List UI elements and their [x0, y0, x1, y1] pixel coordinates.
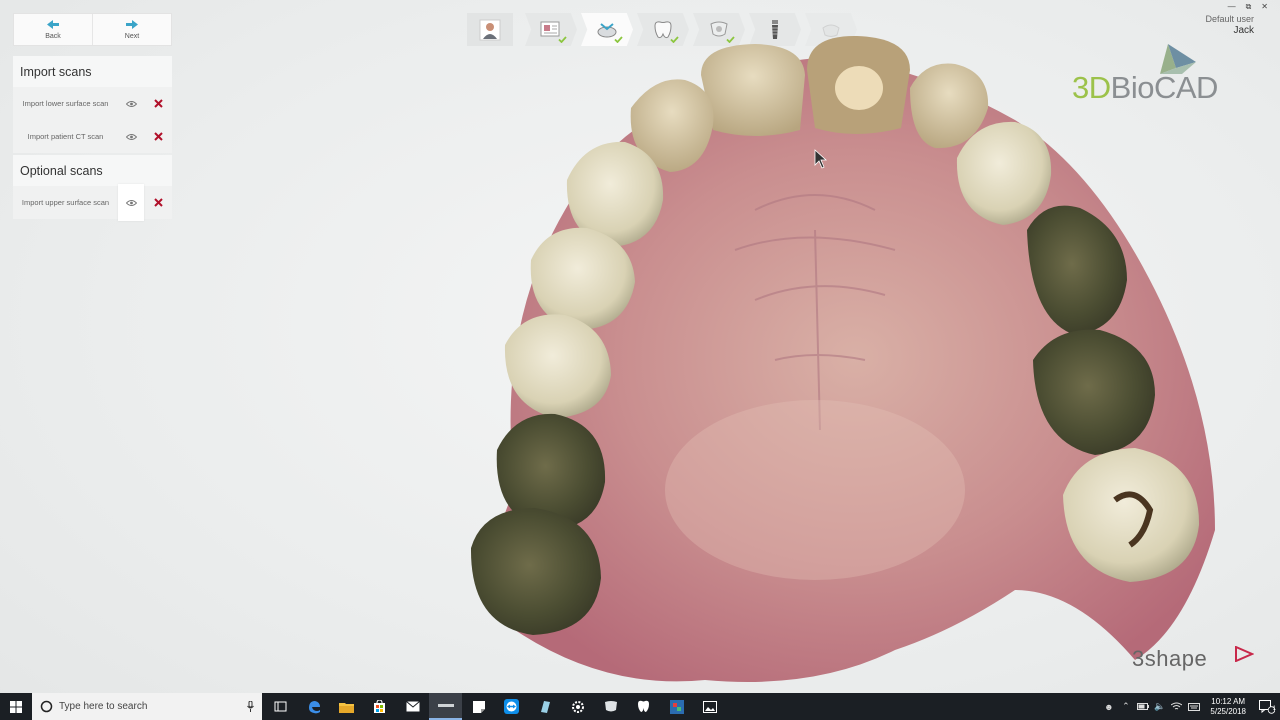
optional-scans-title: Optional scans — [13, 155, 172, 186]
teamviewer-icon — [504, 699, 519, 714]
optional-scans-panel: Optional scans Import upper surface scan — [13, 155, 172, 221]
people-icon[interactable]: ☻ — [1100, 702, 1117, 712]
arrow-right-icon — [126, 19, 138, 29]
taskbar-app-scan[interactable] — [528, 693, 561, 720]
sticky-notes-icon — [472, 700, 485, 713]
import-ct-scan-label[interactable]: Import patient CT scan — [13, 132, 118, 142]
taskbar-apps — [264, 693, 726, 720]
notification-count: 1 — [1272, 706, 1276, 712]
taskbar-app-sticky[interactable] — [462, 693, 495, 720]
clock-date: 5/25/2018 — [1210, 706, 1246, 716]
import-scans-panel: Import scans Import lower surface scan I… — [13, 56, 172, 153]
visibility-toggle[interactable] — [118, 120, 144, 153]
scan-app-icon — [540, 700, 550, 713]
taskbar-app-store[interactable] — [363, 693, 396, 720]
battery-icon[interactable] — [1134, 703, 1151, 710]
gear-icon — [571, 700, 584, 713]
mail-icon — [405, 701, 420, 712]
vendor-mark-icon — [1235, 646, 1254, 662]
vendor-logo: 3shape — [1132, 646, 1208, 671]
visibility-toggle[interactable] — [118, 87, 144, 120]
next-label: Next — [124, 32, 140, 40]
import-ct-scan-row: Import patient CT scan — [13, 120, 172, 153]
jaw-scan-viewport[interactable] — [455, 30, 1225, 695]
taskbar-app-3dbiocad[interactable] — [429, 693, 462, 720]
taskbar-app-photos[interactable] — [693, 693, 726, 720]
eye-icon — [125, 133, 137, 140]
cortana-icon — [40, 700, 53, 713]
taskbar-app-teamviewer[interactable] — [495, 693, 528, 720]
search-placeholder: Type here to search — [59, 701, 148, 712]
microphone-icon[interactable] — [247, 701, 254, 712]
close-icon — [153, 198, 163, 207]
taskbar-app-explorer[interactable] — [330, 693, 363, 720]
window-controls: — ⧉ ✕ — [1228, 2, 1268, 12]
dental-app-icon — [604, 701, 617, 712]
eye-icon — [125, 199, 137, 206]
import-upper-scan-label[interactable]: Import upper surface scan — [13, 198, 118, 208]
minimize-icon[interactable]: — — [1228, 2, 1236, 12]
delete-button[interactable] — [144, 120, 172, 153]
import-scans-title: Import scans — [13, 56, 172, 87]
taskbar-search[interactable]: Type here to search — [32, 693, 262, 720]
system-tray: ☻ ⌃ 🔈 10:12 AM 5/25/2018 1 — [1100, 693, 1280, 720]
restore-icon[interactable]: ⧉ — [1246, 2, 1252, 12]
photos-icon — [702, 700, 717, 713]
next-button[interactable]: Next — [92, 14, 171, 45]
edge-icon — [308, 700, 320, 713]
nav-bar: Back Next — [13, 13, 172, 46]
keyboard-icon[interactable] — [1185, 702, 1202, 711]
back-button[interactable]: Back — [14, 14, 92, 45]
user-role: Default user — [1205, 14, 1254, 24]
arrow-left-icon — [47, 19, 59, 29]
import-lower-scan-row: Import lower surface scan — [13, 87, 172, 120]
app-window-icon — [437, 703, 454, 707]
windows-icon — [10, 700, 22, 713]
taskbar: Type here to search ☻ ⌃ 🔈 10:12 AM 5/25/… — [0, 693, 1280, 720]
palate-highlight — [665, 400, 965, 580]
close-window-icon[interactable]: ✕ — [1261, 2, 1268, 12]
chevron-up-icon[interactable]: ⌃ — [1117, 701, 1134, 712]
import-upper-scan-row: Import upper surface scan — [13, 184, 172, 221]
tool-app-icon — [669, 699, 684, 714]
close-icon — [153, 132, 163, 141]
close-icon — [153, 99, 163, 108]
clock-time: 10:12 AM — [1211, 696, 1246, 706]
task-view-button[interactable] — [264, 693, 297, 720]
visibility-toggle[interactable] — [118, 184, 144, 221]
folder-icon — [339, 702, 354, 713]
network-icon[interactable] — [1168, 702, 1185, 711]
task-view-icon — [274, 701, 287, 712]
taskbar-app-edge[interactable] — [297, 693, 330, 720]
import-lower-scan-label[interactable]: Import lower surface scan — [13, 99, 118, 109]
start-button[interactable] — [0, 693, 32, 720]
taskbar-app-mail[interactable] — [396, 693, 429, 720]
delete-button[interactable] — [144, 186, 172, 219]
volume-icon[interactable]: 🔈 — [1151, 701, 1168, 712]
taskbar-app-settings[interactable] — [561, 693, 594, 720]
action-center-button[interactable]: 1 — [1254, 699, 1280, 714]
taskbar-app-tooth[interactable] — [627, 693, 660, 720]
back-label: Back — [45, 32, 61, 40]
taskbar-app-dental[interactable] — [594, 693, 627, 720]
taskbar-app-tool[interactable] — [660, 693, 693, 720]
store-icon — [374, 700, 385, 713]
delete-button[interactable] — [144, 87, 172, 120]
tooth-app-icon — [638, 700, 649, 712]
clock[interactable]: 10:12 AM 5/25/2018 — [1202, 697, 1254, 717]
eye-icon — [125, 100, 137, 107]
